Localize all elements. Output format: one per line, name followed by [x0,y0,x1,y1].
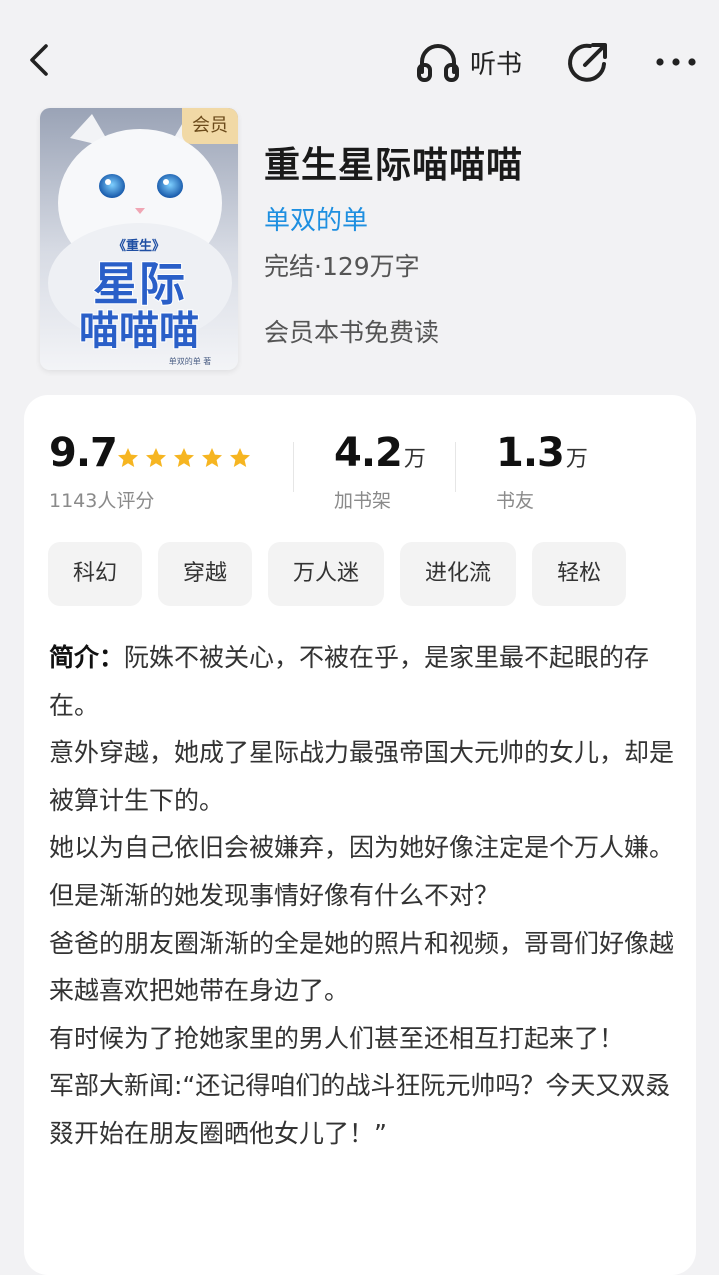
headphones-icon [417,44,459,82]
shelf-unit: 万 [403,447,426,472]
back-button[interactable] [22,40,62,80]
listen-button[interactable]: 听书 [416,40,522,84]
divider [293,442,294,492]
top-bar: 听书 [0,0,719,110]
book-status: 完结·129万字 [264,252,420,281]
rating-stars [116,446,252,470]
star-icon [174,448,194,467]
book-intro[interactable]: 简介：阮姝不被关心，不被在乎，是家里最不起眼的存在。 意外穿越，她成了星际战力最… [49,634,679,1158]
tag-chip[interactable]: 科幻 [48,542,143,606]
divider [455,442,456,492]
star-icon [146,448,166,467]
intro-paragraph: 简介：阮姝不被关心，不被在乎，是家里最不起眼的存在。 [49,643,650,720]
more-dots-icon [656,58,696,66]
rating-stat[interactable]: 9.7 1143人评分 [49,430,154,512]
fans-label: 书友 [496,490,535,512]
listen-label: 听书 [470,49,523,80]
book-cover[interactable]: 《重生》 星际 喵喵喵 单双的单 著 会员 [40,108,238,370]
cover-subtitle: 《重生》 [113,238,165,254]
cover-author: 单双的单 著 [169,356,212,366]
share-button[interactable] [564,38,612,86]
star-icon [230,448,250,467]
vip-badge: 会员 [182,108,238,144]
intro-label: 简介： [49,643,125,672]
cover-title-line2: 喵喵喵 [79,308,199,354]
fans-unit: 万 [565,447,588,472]
tag-chip[interactable]: 穿越 [158,542,253,606]
tag-list: 科幻 穿越 万人迷 进化流 轻松 [48,542,642,606]
shelf-stat: 4.2万 加书架 [334,430,426,512]
rating-count: 1143人评分 [49,490,155,512]
intro-paragraph: 有时候为了抢她家里的男人们甚至还相互打起来了！ [49,1023,625,1053]
intro-paragraph: 但是渐渐的她发现事情好像有什么不对？ [49,880,500,910]
tag-chip[interactable]: 万人迷 [268,542,385,606]
shelf-label: 加书架 [334,490,392,512]
cover-title-line1: 星际 [93,257,185,311]
intro-paragraph: 爸爸的朋友圈渐渐的全是她的照片和视频，哥哥们好像越来越喜欢把她带在身边了。 [49,928,675,1006]
intro-paragraph: 她以为自己依旧会被嫌弃，因为她好像注定是个万人嫌。 [49,833,675,863]
intro-paragraph: 军部大新闻:“还记得咱们的战斗狂阮元帅吗？今天又双叒叕开始在朋友圈晒他女儿了！” [49,1071,671,1148]
tag-chip[interactable]: 轻松 [532,542,627,606]
fans-count: 1.3 [496,430,565,476]
more-button[interactable] [652,42,700,82]
tag-chip[interactable]: 进化流 [400,542,517,606]
book-author-link[interactable]: 单双的单 [264,200,368,237]
chevron-left-icon [30,44,48,76]
book-title: 重生星际喵喵喵 [264,145,524,186]
tags-fade [640,540,696,610]
intro-paragraph: 意外穿越，她成了星际战力最强帝国大元帅的女儿，却是被算计生下的。 [49,738,675,815]
star-icon [118,448,138,467]
share-icon [568,43,607,82]
shelf-count: 4.2 [334,430,403,476]
star-icon [202,448,222,467]
vip-free-note: 会员本书免费读 [264,318,440,347]
fans-stat[interactable]: 1.3万 书友 [496,430,588,512]
rating-score: 9.7 [49,430,118,476]
